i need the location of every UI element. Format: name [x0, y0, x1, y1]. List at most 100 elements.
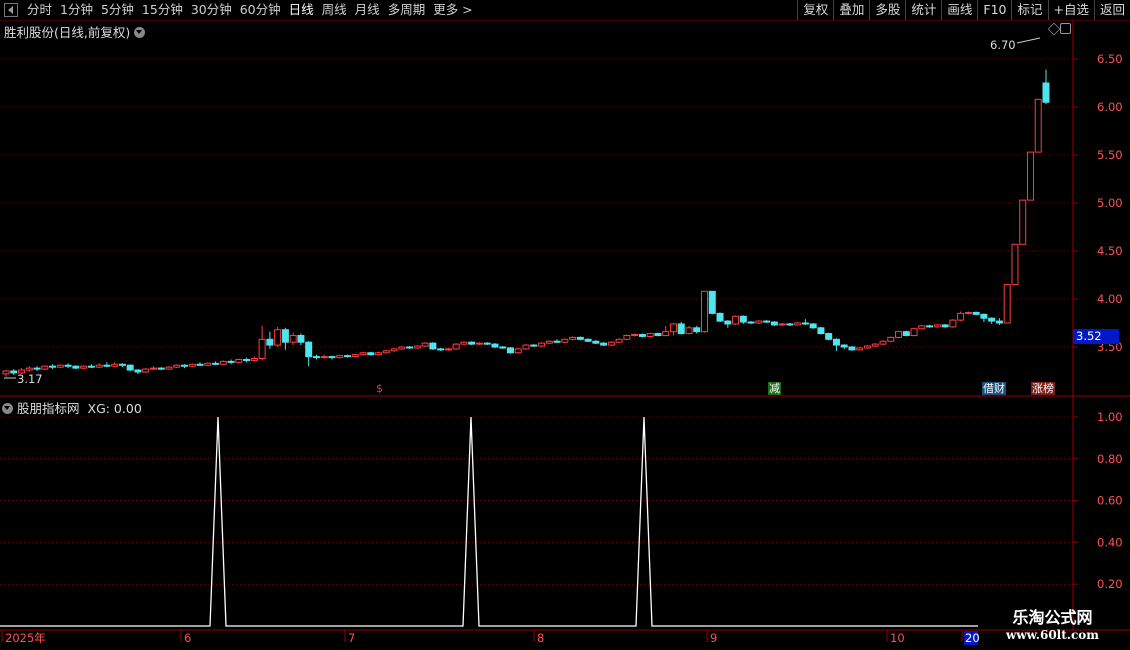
candle-body	[219, 360, 227, 365]
watermark-url: www.60lt.com	[1006, 628, 1099, 642]
stock-title: 胜利股份(日线,前复权)	[4, 25, 131, 40]
candle-body	[235, 358, 243, 363]
candle-body	[918, 325, 926, 330]
chevron-down-icon[interactable]	[134, 27, 146, 38]
candle-body	[72, 365, 80, 369]
watermark: 乐淘公式网 www.60lt.com	[990, 608, 1115, 642]
candle-body	[375, 352, 383, 356]
candle-body	[832, 338, 840, 346]
candle-body	[615, 338, 623, 343]
candle-body	[320, 356, 328, 359]
candle-body	[895, 331, 903, 338]
period-list: 分时 1分钟 5分钟 15分钟 30分钟 60分钟 日线 周线 月线 多周期 更多 >	[0, 0, 478, 20]
candle-body	[468, 341, 476, 345]
watermark-title: 乐淘公式网	[1012, 608, 1093, 627]
x-axis-label: 9	[710, 631, 717, 645]
candle-body	[747, 321, 755, 324]
candle-body	[607, 341, 615, 346]
candle-body	[739, 315, 747, 323]
candle-body	[530, 344, 538, 347]
pane-toggle-icon[interactable]	[1060, 23, 1071, 34]
candle-body	[56, 364, 64, 368]
candle-body	[460, 341, 468, 345]
event-marker-finance[interactable]: 借财	[982, 382, 1006, 395]
candle-body	[701, 290, 709, 333]
candle-body	[545, 340, 553, 344]
indicator-y-tick-label: 1.00	[1097, 410, 1123, 424]
candle-body	[258, 338, 266, 360]
candle-body	[289, 334, 297, 343]
main-pane-title-row: 胜利股份(日线,前复权)	[4, 22, 146, 41]
candle-body	[343, 355, 351, 358]
period-items: 分时 1分钟 5分钟 15分钟 30分钟 60分钟 日线 周线 月线 多周期 更多 >	[24, 0, 478, 20]
toolbar-button-7[interactable]: +自选	[1047, 0, 1094, 20]
period-tab-2[interactable]: 5分钟	[98, 0, 139, 20]
candle-body	[413, 345, 421, 349]
xg-signal-line	[0, 416, 978, 627]
candle-body	[406, 346, 414, 349]
toolbar-button-2[interactable]: 多股	[869, 0, 905, 20]
x-axis-label: 8	[537, 631, 544, 645]
candle-body	[359, 352, 367, 356]
candle-body	[1026, 151, 1034, 201]
main-y-tick-label: 5.50	[1097, 148, 1123, 162]
period-tab-7[interactable]: 周线	[319, 0, 352, 20]
candle-body	[351, 354, 359, 358]
indicator-y-tick-label: 0.20	[1097, 577, 1123, 591]
period-tab-5[interactable]: 60分钟	[237, 0, 286, 20]
toolbar-button-6[interactable]: 标记	[1011, 0, 1047, 20]
candle-body	[367, 352, 375, 356]
toolbar-button-4[interactable]: 画线	[941, 0, 977, 20]
candle-body	[118, 363, 126, 366]
toolbar-button-1[interactable]: 叠加	[833, 0, 869, 20]
candle-body	[677, 323, 685, 335]
chart-canvas[interactable]: 6.506.005.505.004.504.003.501.000.800.60…	[0, 20, 1130, 650]
candle-body	[483, 342, 491, 345]
back-arrow-icon[interactable]	[4, 3, 18, 17]
candle-body	[297, 334, 305, 343]
period-tab-3[interactable]: 15分钟	[139, 0, 188, 20]
candle-body	[724, 320, 732, 325]
candle-body	[336, 355, 344, 359]
candle-body	[2, 370, 10, 375]
x-axis-label: 10	[890, 631, 905, 645]
main-y-tick-label: 4.50	[1097, 244, 1123, 258]
candle-body	[755, 320, 763, 324]
candle-body	[576, 336, 584, 340]
event-marker-limit-up[interactable]: 涨榜	[1031, 382, 1055, 395]
event-marker-reduce[interactable]: 减	[768, 382, 781, 395]
candle-body	[646, 333, 654, 337]
toolbar-button-0[interactable]: 复权	[797, 0, 833, 20]
toolbar-button-3[interactable]: 统计	[905, 0, 941, 20]
event-marker-dollar[interactable]: $	[375, 382, 384, 395]
period-tab-10[interactable]: 更多 >	[430, 0, 477, 20]
period-tab-8[interactable]: 月线	[352, 0, 385, 20]
candle-body	[134, 369, 142, 373]
period-tab-4[interactable]: 30分钟	[188, 0, 237, 20]
period-tab-6[interactable]: 日线	[286, 0, 319, 20]
toolbar-button-8[interactable]: 返回	[1093, 0, 1130, 20]
candle-body	[957, 312, 965, 321]
chevron-down-icon[interactable]	[2, 403, 13, 414]
candle-body	[33, 367, 41, 370]
candle-body	[708, 290, 716, 314]
period-tab-9[interactable]: 多周期	[385, 0, 431, 20]
period-tab-0[interactable]: 分时	[24, 0, 57, 20]
candle-body	[732, 315, 740, 325]
candle-body	[825, 333, 833, 340]
candle-body	[623, 334, 631, 340]
candle-body	[569, 336, 577, 340]
candle-body	[421, 342, 429, 347]
high-pointer-line	[1016, 37, 1041, 44]
candle-body	[1034, 98, 1042, 153]
x-axis-label: 6	[184, 631, 191, 645]
candle-body	[80, 365, 88, 369]
candle-body	[491, 343, 499, 348]
candle-body	[165, 366, 173, 370]
period-tab-1[interactable]: 1分钟	[57, 0, 98, 20]
candle-body	[227, 360, 235, 363]
toolbar-button-5[interactable]: F10	[977, 0, 1011, 20]
candle-body	[801, 322, 809, 325]
candle-body	[274, 329, 282, 346]
candle-body	[250, 358, 258, 361]
